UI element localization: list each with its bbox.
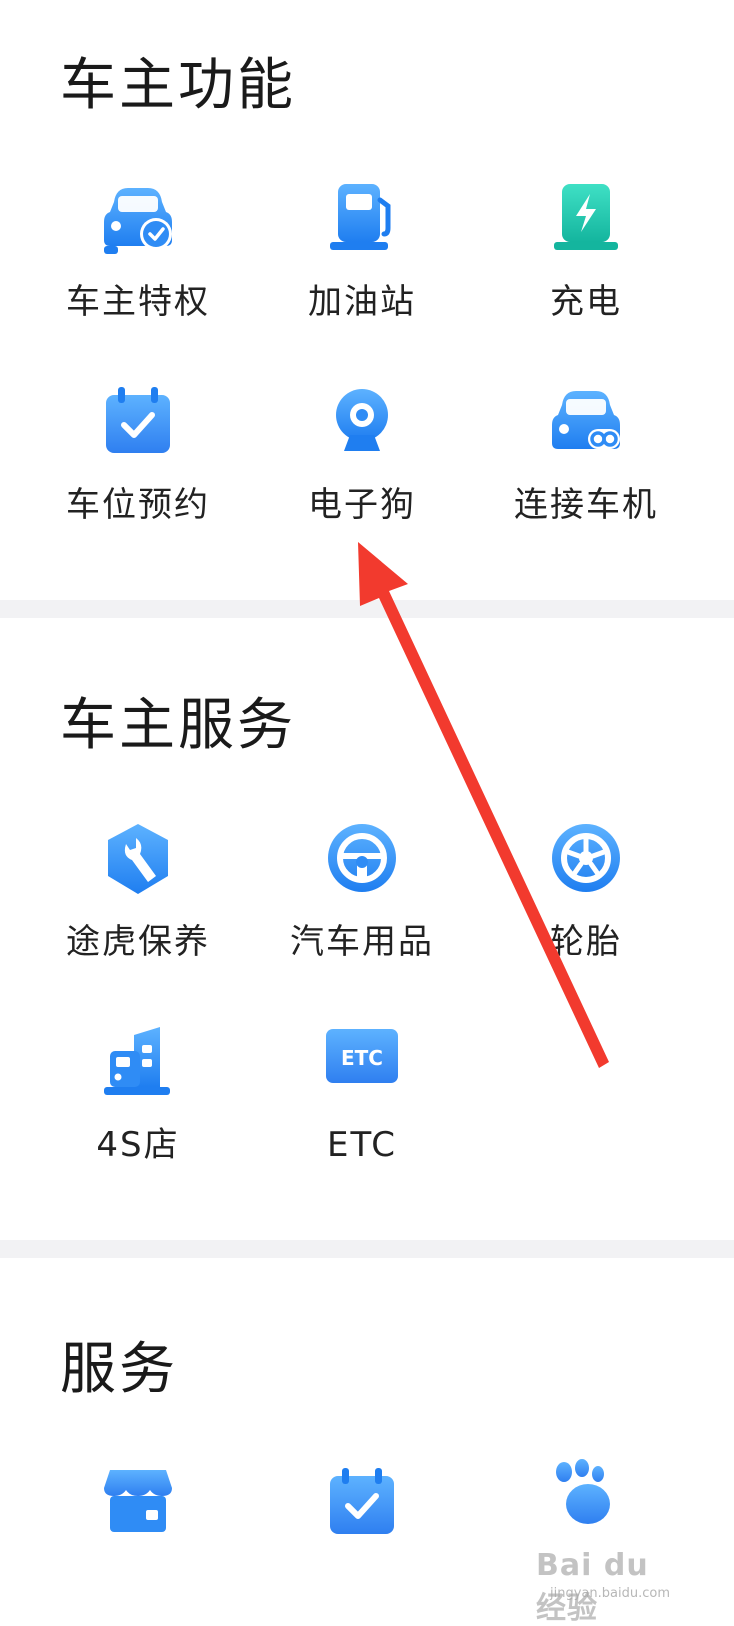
car-link-icon <box>548 385 624 461</box>
item-gas-station[interactable]: 加油站 <box>242 182 482 372</box>
car-check-icon <box>100 182 176 258</box>
building-icon <box>100 1025 176 1101</box>
item-calendar[interactable] <box>242 1466 482 1626</box>
section-divider <box>0 600 734 618</box>
calendar-check-icon <box>324 1466 400 1542</box>
item-charging[interactable]: 充电 <box>466 182 706 372</box>
camera-icon <box>324 385 400 461</box>
section-title: 车主服务 <box>60 693 296 758</box>
section-car-owner-services: 车主服务 途虎保养 汽车用品 轮胎 4S店 ETC ETC <box>0 618 734 1240</box>
item-label: 电子狗 <box>308 485 416 525</box>
section-services: 服务 Bai du 经验 jingyan.baidu.com <box>0 1258 734 1626</box>
tire-icon <box>548 822 624 898</box>
wrench-icon <box>100 822 176 898</box>
section-car-owner-functions: 车主功能 车主特权 加油站 充电 车位预约 电子狗 连接车机 <box>0 0 734 600</box>
item-label: 汽车用品 <box>290 922 434 962</box>
item-label: 途虎保养 <box>66 922 210 962</box>
item-tuhu-maintenance[interactable]: 途虎保养 <box>18 822 258 1012</box>
item-label: 轮胎 <box>550 922 622 962</box>
item-speed-camera[interactable]: 电子狗 <box>242 385 482 575</box>
item-etc[interactable]: ETC ETC <box>242 1025 482 1215</box>
steering-wheel-icon <box>324 822 400 898</box>
item-label: 4S店 <box>96 1125 180 1165</box>
store-icon <box>100 1466 176 1542</box>
paw-icon <box>548 1458 624 1534</box>
item-car-accessories[interactable]: 汽车用品 <box>242 822 482 1012</box>
watermark-sub: jingyan.baidu.com <box>550 1586 670 1601</box>
item-label: 车位预约 <box>66 485 210 525</box>
watermark-logo: Bai du 经验 jingyan.baidu.com <box>536 1548 676 1626</box>
item-owner-privilege[interactable]: 车主特权 <box>18 182 258 372</box>
item-label: ETC <box>327 1125 397 1165</box>
item-tires[interactable]: 轮胎 <box>466 822 706 1012</box>
section-title: 车主功能 <box>60 53 296 118</box>
item-parking-reservation[interactable]: 车位预约 <box>18 385 258 575</box>
etc-icon-text: ETC <box>341 1046 383 1070</box>
section-divider <box>0 1240 734 1258</box>
item-label: 加油站 <box>308 282 416 322</box>
section-title: 服务 <box>60 1337 178 1402</box>
charging-icon <box>548 182 624 258</box>
calendar-check-icon <box>100 385 176 461</box>
item-connect-car[interactable]: 连接车机 <box>466 385 706 575</box>
item-label: 充电 <box>550 282 622 322</box>
etc-card-icon: ETC <box>324 1025 400 1101</box>
item-4s-store[interactable]: 4S店 <box>18 1025 258 1215</box>
item-label: 连接车机 <box>514 485 658 525</box>
fuel-pump-icon <box>324 182 400 258</box>
item-store[interactable] <box>18 1466 258 1626</box>
item-label: 车主特权 <box>66 282 210 322</box>
